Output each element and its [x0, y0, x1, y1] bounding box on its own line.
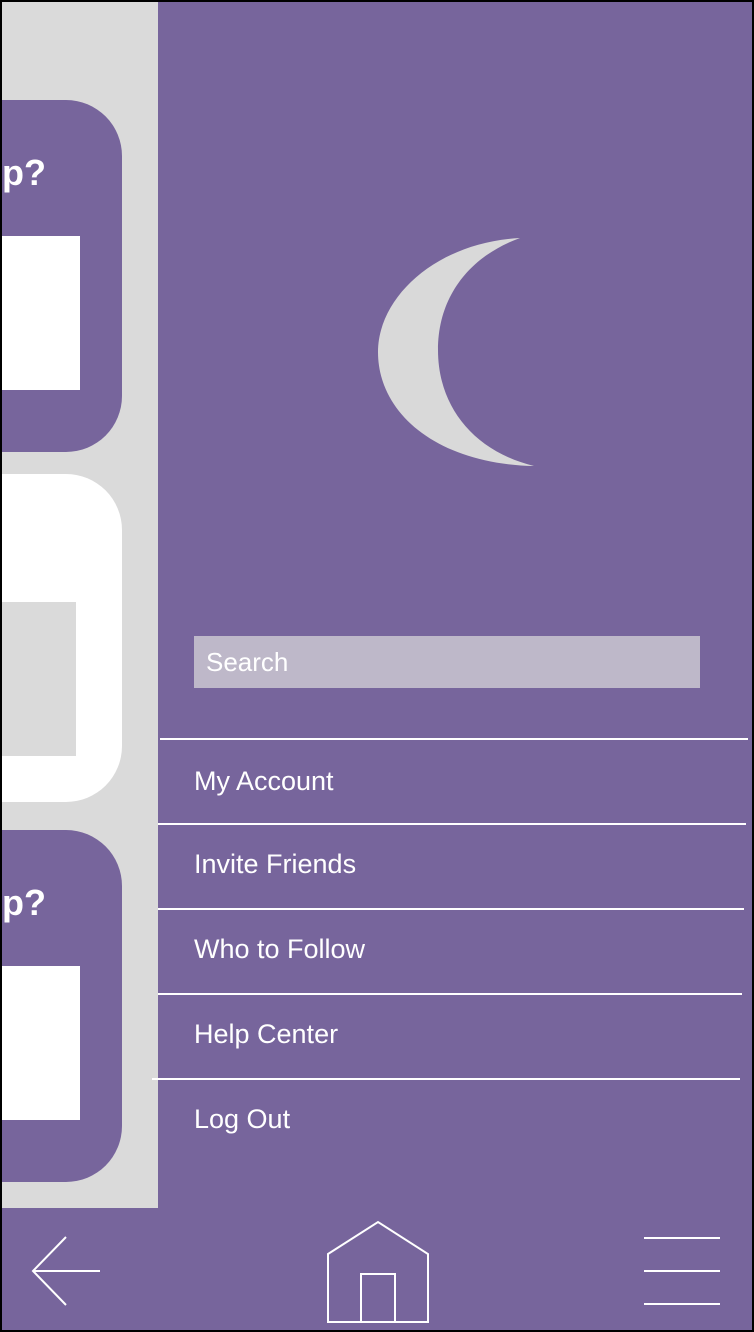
arrow-left-icon[interactable] [30, 1234, 104, 1308]
menu-item-invite-friends[interactable]: Invite Friends [194, 849, 356, 880]
card-answer-box[interactable] [0, 236, 80, 390]
card-question-text: p? [2, 882, 46, 923]
menu-item-who-to-follow[interactable]: Who to Follow [194, 934, 365, 965]
menu-divider [158, 908, 744, 910]
question-card[interactable]: p? [0, 100, 122, 452]
card-answer-box[interactable] [0, 602, 76, 756]
bottom-nav-bar [0, 1208, 754, 1332]
hamburger-menu-icon[interactable] [642, 1236, 722, 1306]
card-answer-box[interactable] [0, 966, 80, 1120]
feed-background: p? p? [0, 0, 158, 1208]
menu-divider [160, 738, 748, 740]
menu-item-help-center[interactable]: Help Center [194, 1019, 338, 1050]
menu-divider [158, 823, 746, 825]
side-drawer: My Account Invite Friends Who to Follow … [152, 0, 754, 1208]
menu-item-log-out[interactable]: Log Out [194, 1104, 290, 1135]
card-question-text: p? [2, 152, 46, 193]
menu-item-my-account[interactable]: My Account [194, 766, 334, 797]
search-input[interactable] [194, 636, 700, 688]
menu-divider [152, 1078, 740, 1080]
question-card[interactable]: p? [0, 830, 122, 1182]
home-icon[interactable] [326, 1220, 430, 1324]
question-card[interactable] [0, 474, 122, 802]
crescent-moon-icon [378, 238, 534, 466]
menu-divider [158, 993, 742, 995]
